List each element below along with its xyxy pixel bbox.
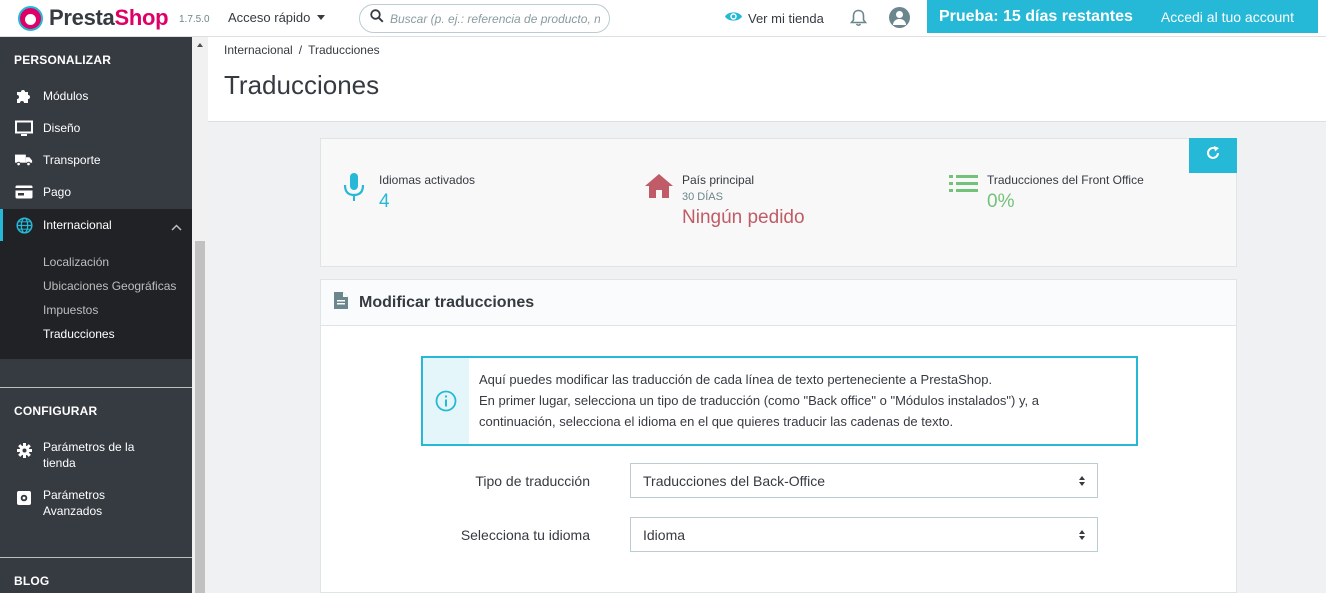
account-icon[interactable]: [889, 7, 910, 28]
version-label: 1.7.5.0: [179, 14, 210, 25]
language-row: Selecciona tu idioma Idioma: [421, 517, 1138, 552]
document-icon: [333, 291, 349, 315]
section-personalizar: PERSONALIZAR: [14, 53, 112, 67]
kpi-panel: Idiomas activados 4 País principal 30 DÍ…: [320, 138, 1237, 267]
scroll-up-arrow-icon[interactable]: [197, 43, 203, 47]
kpi-languages: Idiomas activados 4: [341, 173, 475, 213]
sidebar-item-label: Diseño: [43, 121, 81, 135]
card-title: Modificar traducciones: [359, 293, 535, 311]
search-box[interactable]: [359, 4, 610, 33]
account-link[interactable]: Accedi al tuo account: [1161, 9, 1294, 25]
translation-type-select[interactable]: Traducciones del Back-Office: [630, 463, 1098, 498]
sidebar-item-modulos[interactable]: Módulos: [0, 85, 192, 107]
scrollbar-thumb[interactable]: [195, 241, 205, 593]
sidebar: PERSONALIZAR Módulos Diseño Transporte P…: [0, 37, 192, 593]
info-icon: [423, 358, 469, 444]
page-header: Internacional / Traducciones Traduccione…: [208, 37, 1326, 122]
internacional-submenu: Localización Ubicaciones Geográficas Imp…: [0, 241, 192, 359]
page-title: Traducciones: [224, 70, 380, 100]
caret-down-icon: [317, 15, 326, 20]
section-blog: BLOG: [14, 574, 50, 588]
monitor-icon: [15, 119, 33, 137]
submenu-item-localizacion[interactable]: Localización: [43, 255, 109, 269]
refresh-button[interactable]: [1189, 138, 1237, 173]
translation-type-value: Traducciones del Back-Office: [643, 472, 826, 489]
sidebar-item-label: Módulos: [43, 89, 89, 103]
quick-access-label: Acceso rápido: [228, 10, 311, 25]
home-icon: [644, 173, 674, 229]
sidebar-item-diseno[interactable]: Diseño: [0, 117, 192, 139]
submenu-item-impuestos[interactable]: Impuestos: [43, 303, 98, 317]
submenu-item-ubicaciones[interactable]: Ubicaciones Geográficas: [43, 279, 176, 293]
puzzle-icon: [15, 87, 33, 105]
logo-prefix: Presta: [49, 5, 115, 30]
select-arrows-icon: [1079, 475, 1085, 486]
view-store-label: Ver mi tienda: [748, 10, 824, 26]
info-alert: Aquí puedes modificar las traducción de …: [421, 356, 1138, 446]
sidebar-item-internacional[interactable]: Internacional: [0, 209, 192, 241]
sidebar-item-label: Pago: [43, 185, 72, 199]
alert-text: Aquí puedes modificar las traducción de …: [469, 358, 1049, 444]
sidebar-item-pago[interactable]: Pago: [0, 181, 192, 203]
divider: [0, 557, 192, 558]
search-icon: [370, 9, 384, 28]
active-indicator: [0, 209, 3, 241]
kpi-country-label: País principal: [682, 173, 755, 187]
kpi-country-value: Ningún pedido: [682, 207, 805, 228]
gear-icon: [15, 441, 33, 459]
translation-type-label: Tipo de traducción: [475, 472, 590, 489]
breadcrumb: Internacional / Traducciones: [224, 43, 380, 57]
microphone-icon: [341, 173, 371, 213]
sidebar-item-label: Parámetros Avanzados: [43, 488, 106, 518]
trial-title: Prueba: 15 días restantes: [939, 7, 1133, 25]
alert-line-1: Aquí puedes modificar las traducción de …: [479, 372, 993, 387]
kpi-front-label: Traducciones del Front Office: [987, 173, 1144, 187]
sidebar-item-label: Parámetros de la tienda: [43, 440, 135, 470]
top-header: PrestaShop 1.7.5.0 Acceso rápido Ver mi …: [0, 0, 1326, 37]
translations-card: Modificar traducciones Aquí puedes modif…: [320, 279, 1237, 593]
kpi-front-office: Traducciones del Front Office 0%: [949, 173, 1144, 213]
sidebar-item-label: Transporte: [43, 153, 101, 167]
quick-access-dropdown[interactable]: Acceso rápido: [228, 10, 326, 25]
submenu-item-traducciones[interactable]: Traducciones: [43, 327, 115, 341]
truck-icon: [15, 151, 33, 169]
bell-icon[interactable]: [849, 9, 868, 32]
sidebar-item-transporte[interactable]: Transporte: [0, 149, 192, 171]
prestashop-logo-icon: [18, 5, 43, 31]
chevron-up-icon: [171, 220, 182, 234]
alert-line-2: En primer lugar, selecciona un tipo de t…: [479, 393, 1039, 408]
divider: [0, 387, 192, 388]
trial-banner[interactable]: Prueba: 15 días restantes Accedi al tuo …: [927, 0, 1318, 33]
alert-line-3: continuación, selecciona el idioma en el…: [479, 414, 954, 429]
kpi-languages-value: 4: [379, 191, 390, 212]
breadcrumb-item-traducciones[interactable]: Traducciones: [308, 43, 380, 57]
sidebar-item-parametros-avanzados[interactable]: Parámetros Avanzados: [0, 487, 192, 523]
kpi-country: País principal 30 DÍAS Ningún pedido: [644, 173, 805, 229]
section-configurar: CONFIGURAR: [14, 404, 98, 418]
translation-type-row: Tipo de traducción Traducciones del Back…: [421, 463, 1138, 498]
sidebar-item-label: Internacional: [43, 218, 112, 232]
language-select[interactable]: Idioma: [630, 517, 1098, 552]
breadcrumb-separator: /: [298, 43, 303, 57]
eye-icon: [724, 10, 743, 26]
kpi-country-period: 30 DÍAS: [682, 191, 723, 203]
card-header: Modificar traducciones: [321, 280, 1236, 326]
view-store-link[interactable]: Ver mi tienda: [724, 10, 824, 26]
logo-suffix: Shop: [114, 5, 169, 30]
refresh-icon: [1206, 146, 1220, 165]
advanced-settings-icon: [15, 489, 33, 507]
language-value: Idioma: [643, 526, 686, 543]
sidebar-item-parametros-tienda[interactable]: Parámetros de la tienda: [0, 439, 192, 475]
prestashop-logo[interactable]: PrestaShop: [18, 5, 169, 31]
globe-icon: [15, 216, 33, 234]
credit-card-icon: [15, 183, 33, 201]
search-input[interactable]: [390, 11, 600, 26]
language-label: Selecciona tu idioma: [460, 526, 590, 543]
list-icon: [949, 173, 979, 213]
kpi-languages-label: Idiomas activados: [379, 173, 476, 187]
select-arrows-icon: [1079, 529, 1085, 540]
breadcrumb-item-internacional[interactable]: Internacional: [224, 43, 293, 57]
kpi-front-value: 0%: [987, 191, 1015, 212]
